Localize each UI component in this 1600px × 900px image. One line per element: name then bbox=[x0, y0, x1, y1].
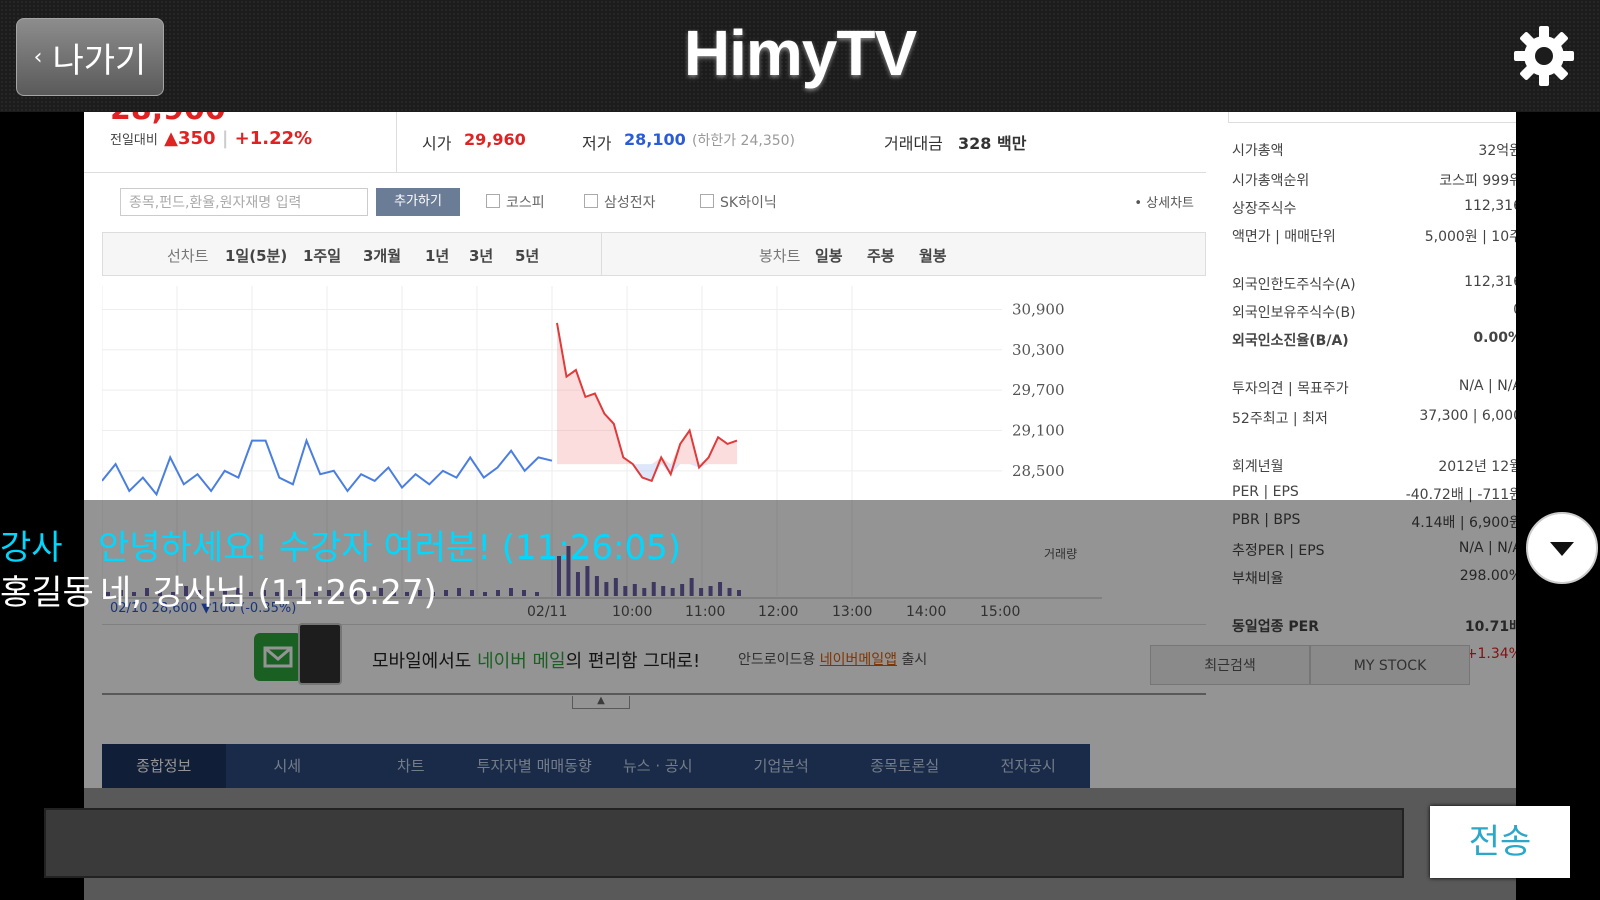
chat-input[interactable] bbox=[44, 808, 1404, 878]
change-pct: +1.22% bbox=[234, 128, 313, 149]
chart-toolbar: 종목,펀드,환율,원자재명 입력 추가하기 코스피 삼성전자 SK하이닉 • 상… bbox=[102, 182, 1206, 222]
tab-candle-month[interactable]: 월봉 bbox=[919, 245, 947, 266]
tab-period-1d[interactable]: 1일(5분) bbox=[225, 245, 287, 266]
low-extra: (하한가 24,350) bbox=[692, 133, 796, 149]
low-value: 28,100 bbox=[624, 130, 686, 149]
change-label: 전일대비 bbox=[110, 133, 158, 148]
search-input[interactable]: 종목,펀드,환율,원자재명 입력 bbox=[120, 188, 368, 216]
stock-info-value: 5,000원 | 10주 bbox=[1424, 229, 1516, 245]
stock-info-label: 52주최고 | 최저 bbox=[1232, 411, 1328, 427]
y-tick-label: 30,300 bbox=[1012, 341, 1065, 359]
chart-period-tabs: 선차트 1일(5분) 1주일 3개월 1년 3년 5년 봉차트 일봉 주봉 월봉 bbox=[102, 232, 1206, 276]
y-tick-label: 28,500 bbox=[1012, 462, 1065, 480]
stock-info-label: 액면가 | 매매단위 bbox=[1232, 229, 1336, 245]
stock-info-row: 시가총액순위 코스피 999위 bbox=[1232, 170, 1516, 190]
compare-checkbox-kospi[interactable]: 코스피 bbox=[486, 192, 545, 212]
tab-period-3y[interactable]: 3년 bbox=[469, 245, 493, 266]
tab-period-5y[interactable]: 5년 bbox=[515, 245, 539, 266]
compare-checkbox-skhynix[interactable]: SK하이닉 bbox=[700, 192, 777, 212]
tab-candle-day[interactable]: 일봉 bbox=[815, 245, 843, 266]
chevron-down-icon bbox=[1550, 542, 1574, 556]
y-tick-label: 29,700 bbox=[1012, 381, 1065, 399]
stock-info-value: 코스피 999위 bbox=[1439, 173, 1516, 189]
stock-info-value: 0.00% bbox=[1473, 330, 1516, 346]
compare-checkbox-samsung[interactable]: 삼성전자 bbox=[584, 192, 656, 212]
chat-speaker: 홍길동 bbox=[0, 573, 94, 613]
quote-summary: 28,900 전일대비 ▲350 | +1.22% bbox=[84, 112, 397, 173]
collapse-chat-button[interactable] bbox=[1526, 512, 1598, 584]
stock-info-value: N/A | N/A bbox=[1458, 378, 1516, 394]
stock-info-value: 32억원 bbox=[1478, 143, 1516, 159]
current-price: 28,900 bbox=[110, 112, 226, 127]
stock-info-row: 외국인한도주식수(A) 112,316 bbox=[1232, 274, 1516, 294]
stock-info-label: 상장주식수 bbox=[1232, 201, 1297, 217]
stock-info-value: 37,300 | 6,000 bbox=[1419, 408, 1516, 424]
stock-info-row: 액면가 | 매매단위 5,000원 | 10주 bbox=[1232, 226, 1516, 246]
stock-info-row: 투자의견 | 목표주가 N/A | N/A bbox=[1232, 378, 1516, 398]
stock-info-label: 외국인보유주식수(B) bbox=[1232, 305, 1356, 321]
stock-info-value: 112,316 bbox=[1464, 198, 1516, 214]
y-axis-ticks: 30,900 30,300 29,700 29,100 28,500 bbox=[1012, 300, 1065, 479]
send-button[interactable]: 전송 bbox=[1430, 806, 1570, 878]
low-label: 저가 bbox=[582, 134, 612, 153]
stock-info-row: PER | EPS -40.72배 | -711원 bbox=[1232, 484, 1516, 503]
stock-info-label: 회계년월 bbox=[1232, 459, 1284, 475]
tab-divider bbox=[601, 233, 602, 275]
gear-icon[interactable] bbox=[1512, 24, 1576, 88]
chat-message: 안녕하세요! 수강자 여러분! (11:26:05) bbox=[98, 528, 681, 568]
line-chart-label: 선차트 bbox=[167, 247, 209, 265]
stock-info-value: 0 bbox=[1513, 302, 1516, 318]
tab-period-1w[interactable]: 1주일 bbox=[303, 245, 341, 266]
detail-chart-link[interactable]: • 상세차트 bbox=[1134, 192, 1194, 211]
stock-info-label: 시가총액 bbox=[1232, 143, 1284, 159]
add-button[interactable]: 추가하기 bbox=[376, 188, 460, 216]
volume-value: 328 백만 bbox=[958, 134, 1027, 153]
stock-info-row: 외국인보유주식수(B) 0 bbox=[1232, 302, 1516, 322]
candle-chart-label: 봉차트 bbox=[759, 247, 801, 265]
app-header: ‹ 나가기 HimyTV bbox=[0, 0, 1600, 112]
stock-info-row: 시가총액 32억원 bbox=[1232, 140, 1516, 160]
tab-period-1y[interactable]: 1년 bbox=[425, 245, 449, 266]
stock-info-row: 회계년월 2012년 12월 bbox=[1232, 456, 1516, 476]
tab-candle-week[interactable]: 주봉 bbox=[867, 245, 895, 266]
app-logo: HimyTV bbox=[683, 17, 917, 89]
y-tick-label: 29,100 bbox=[1012, 421, 1065, 439]
stock-info-row: 상장주식수 112,316 bbox=[1232, 198, 1516, 218]
chat-speaker: 강사 bbox=[0, 528, 63, 568]
price-change: 전일대비 ▲350 | +1.22% bbox=[110, 128, 313, 149]
stock-info-label: 투자의견 | 목표주가 bbox=[1232, 381, 1349, 397]
open-label: 시가 bbox=[422, 134, 452, 153]
stock-info-value: 112,316 bbox=[1464, 274, 1516, 290]
stock-info-label: PER | EPS bbox=[1232, 484, 1299, 500]
stock-info-label: 시가총액순위 bbox=[1232, 173, 1310, 189]
stock-info-label: 외국인소진율(B/A) bbox=[1232, 333, 1349, 349]
tab-period-3m[interactable]: 3개월 bbox=[363, 245, 401, 266]
stock-info-row: 외국인소진율(B/A) 0.00% bbox=[1232, 330, 1516, 350]
stock-info-row: 52주최고 | 최저 37,300 | 6,000 bbox=[1232, 408, 1516, 428]
open-value: 29,960 bbox=[464, 130, 526, 149]
stock-info-label: 외국인한도주식수(A) bbox=[1232, 277, 1356, 293]
quote-details: 시가 29,960 저가 28,100 (하한가 24,350) 거래대금 32… bbox=[396, 112, 1206, 173]
change-value: ▲350 bbox=[164, 128, 216, 149]
y-tick-label: 30,900 bbox=[1012, 300, 1065, 318]
stock-info-value: 2012년 12월 bbox=[1438, 459, 1516, 475]
chat-message: 네, 강사님 (11:26:27) bbox=[100, 573, 437, 613]
volume-label: 거래대금 bbox=[884, 134, 943, 153]
panel-top-tabs bbox=[1228, 112, 1516, 123]
